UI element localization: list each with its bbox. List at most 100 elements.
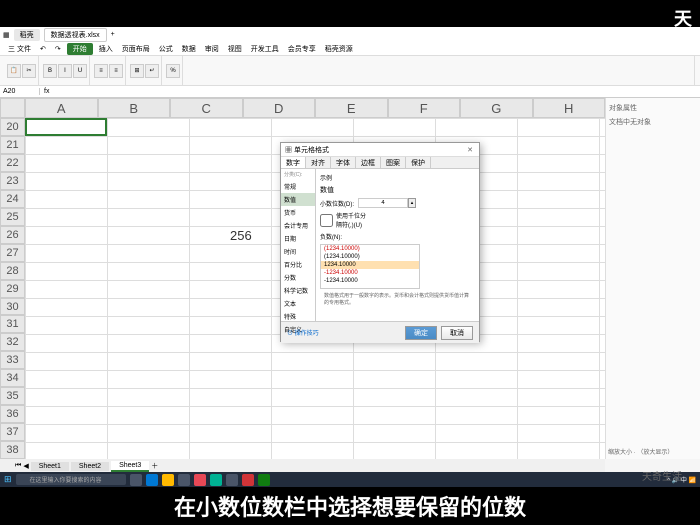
cat-scientific[interactable]: 科学记数	[281, 284, 315, 297]
decimal-spinner[interactable]: ▴	[358, 198, 416, 208]
merge-button[interactable]: ⊞	[130, 64, 144, 78]
cat-percent[interactable]: 百分比	[281, 258, 315, 271]
neg-opt-1[interactable]: (1234.10000)	[321, 253, 419, 261]
menu-review[interactable]: 审阅	[202, 43, 222, 55]
row-30[interactable]: 30	[0, 298, 25, 316]
menu-layout[interactable]: 页面布局	[119, 43, 153, 55]
wrap-button[interactable]: ↵	[145, 64, 159, 78]
task-icon[interactable]	[210, 474, 222, 486]
row-24[interactable]: 24	[0, 190, 25, 208]
decimal-input[interactable]	[358, 198, 408, 208]
cat-special[interactable]: 特殊	[281, 310, 315, 323]
row-31[interactable]: 31	[0, 315, 25, 333]
new-tab-button[interactable]: +	[111, 31, 115, 38]
col-H[interactable]: H	[533, 98, 606, 118]
cat-general[interactable]: 常规	[281, 180, 315, 193]
col-E[interactable]: E	[315, 98, 388, 118]
menu-redo-icon[interactable]: ↷	[52, 44, 64, 54]
menu-formula[interactable]: 公式	[156, 43, 176, 55]
task-icon[interactable]	[178, 474, 190, 486]
cancel-button[interactable]: 取消	[441, 326, 473, 340]
col-F[interactable]: F	[388, 98, 461, 118]
neg-opt-0[interactable]: (1234.10000)	[321, 245, 419, 253]
category-list[interactable]: 分类(C): 常规 数值 货币 会计专用 日期 时间 百分比 分数 科学记数 文…	[281, 169, 316, 321]
add-sheet-button[interactable]: ＋	[151, 461, 158, 471]
doc-tab-0[interactable]: 稻壳	[14, 29, 40, 41]
tab-pattern[interactable]: 图案	[381, 157, 406, 168]
row-35[interactable]: 35	[0, 387, 25, 405]
menu-start[interactable]: 开始	[67, 43, 93, 55]
separator-checkbox[interactable]	[320, 214, 333, 227]
neg-opt-4[interactable]: -1234.10000	[321, 277, 419, 285]
sheet-nav-prev-icon[interactable]: ◀	[23, 462, 28, 470]
close-icon[interactable]: ✕	[465, 145, 475, 155]
task-icon[interactable]	[258, 474, 270, 486]
row-28[interactable]: 28	[0, 262, 25, 280]
menu-resource[interactable]: 稻壳资源	[322, 43, 356, 55]
sheet-tab-2[interactable]: Sheet2	[71, 462, 109, 471]
menu-view[interactable]: 视图	[225, 43, 245, 55]
cat-text[interactable]: 文本	[281, 297, 315, 310]
negative-listbox[interactable]: (1234.10000) (1234.10000) 1234.10000 -12…	[320, 244, 420, 289]
row-37[interactable]: 37	[0, 423, 25, 441]
tab-border[interactable]: 边框	[356, 157, 381, 168]
menu-member[interactable]: 会员专享	[285, 43, 319, 55]
col-A[interactable]: A	[25, 98, 98, 118]
format-button[interactable]: %	[166, 64, 180, 78]
tab-protect[interactable]: 保护	[406, 157, 431, 168]
bold-button[interactable]: B	[43, 64, 57, 78]
row-26[interactable]: 26	[0, 226, 25, 244]
task-icon[interactable]	[162, 474, 174, 486]
start-button[interactable]: ⊞	[4, 474, 12, 485]
italic-button[interactable]: I	[58, 64, 72, 78]
task-icon[interactable]	[242, 474, 254, 486]
name-box[interactable]: A20	[0, 88, 40, 95]
underline-button[interactable]: U	[73, 64, 87, 78]
spinner-up-icon[interactable]: ▴	[408, 198, 416, 208]
tab-number[interactable]: 数字	[281, 157, 306, 168]
task-icon[interactable]	[130, 474, 142, 486]
taskbar-search[interactable]: 在这里输入你要搜索的内容	[16, 474, 126, 485]
row-34[interactable]: 34	[0, 369, 25, 387]
neg-opt-3[interactable]: -1234.10000	[321, 269, 419, 277]
tab-font[interactable]: 字体	[331, 157, 356, 168]
row-21[interactable]: 21	[0, 136, 25, 154]
align-center-button[interactable]: ≡	[109, 64, 123, 78]
cat-fraction[interactable]: 分数	[281, 271, 315, 284]
row-23[interactable]: 23	[0, 172, 25, 190]
row-20[interactable]: 20	[0, 118, 25, 136]
col-C[interactable]: C	[170, 98, 243, 118]
align-left-button[interactable]: ≡	[94, 64, 108, 78]
cat-currency[interactable]: 货币	[281, 206, 315, 219]
cut-button[interactable]: ✂	[22, 64, 36, 78]
cat-time[interactable]: 时间	[281, 245, 315, 258]
menu-undo-icon[interactable]: ↶	[37, 44, 49, 54]
row-36[interactable]: 36	[0, 405, 25, 423]
help-link[interactable]: ⊙ 操作技巧	[287, 328, 319, 337]
select-all-corner[interactable]	[0, 98, 25, 118]
fx-icon[interactable]: fx	[40, 88, 53, 95]
col-D[interactable]: D	[243, 98, 316, 118]
sheet-nav-first-icon[interactable]: ⏮	[15, 462, 21, 470]
row-29[interactable]: 29	[0, 280, 25, 298]
sheet-tab-3[interactable]: Sheet3	[111, 461, 149, 472]
cat-number[interactable]: 数值	[281, 193, 315, 206]
row-27[interactable]: 27	[0, 244, 25, 262]
task-icon[interactable]	[146, 474, 158, 486]
cat-accounting[interactable]: 会计专用	[281, 219, 315, 232]
menu-file[interactable]: 三 文件	[5, 43, 34, 55]
paste-button[interactable]: 📋	[7, 64, 21, 78]
tab-align[interactable]: 对齐	[306, 157, 331, 168]
row-22[interactable]: 22	[0, 154, 25, 172]
row-33[interactable]: 33	[0, 351, 25, 369]
doc-tab-1[interactable]: 数据透视表.xlsx	[44, 28, 107, 42]
task-icon[interactable]	[226, 474, 238, 486]
menu-data[interactable]: 数据	[179, 43, 199, 55]
ok-button[interactable]: 确定	[405, 326, 437, 340]
cat-date[interactable]: 日期	[281, 232, 315, 245]
row-25[interactable]: 25	[0, 208, 25, 226]
neg-opt-2[interactable]: 1234.10000	[321, 261, 419, 269]
active-cell[interactable]	[25, 118, 107, 136]
col-G[interactable]: G	[460, 98, 533, 118]
menu-insert[interactable]: 插入	[96, 43, 116, 55]
